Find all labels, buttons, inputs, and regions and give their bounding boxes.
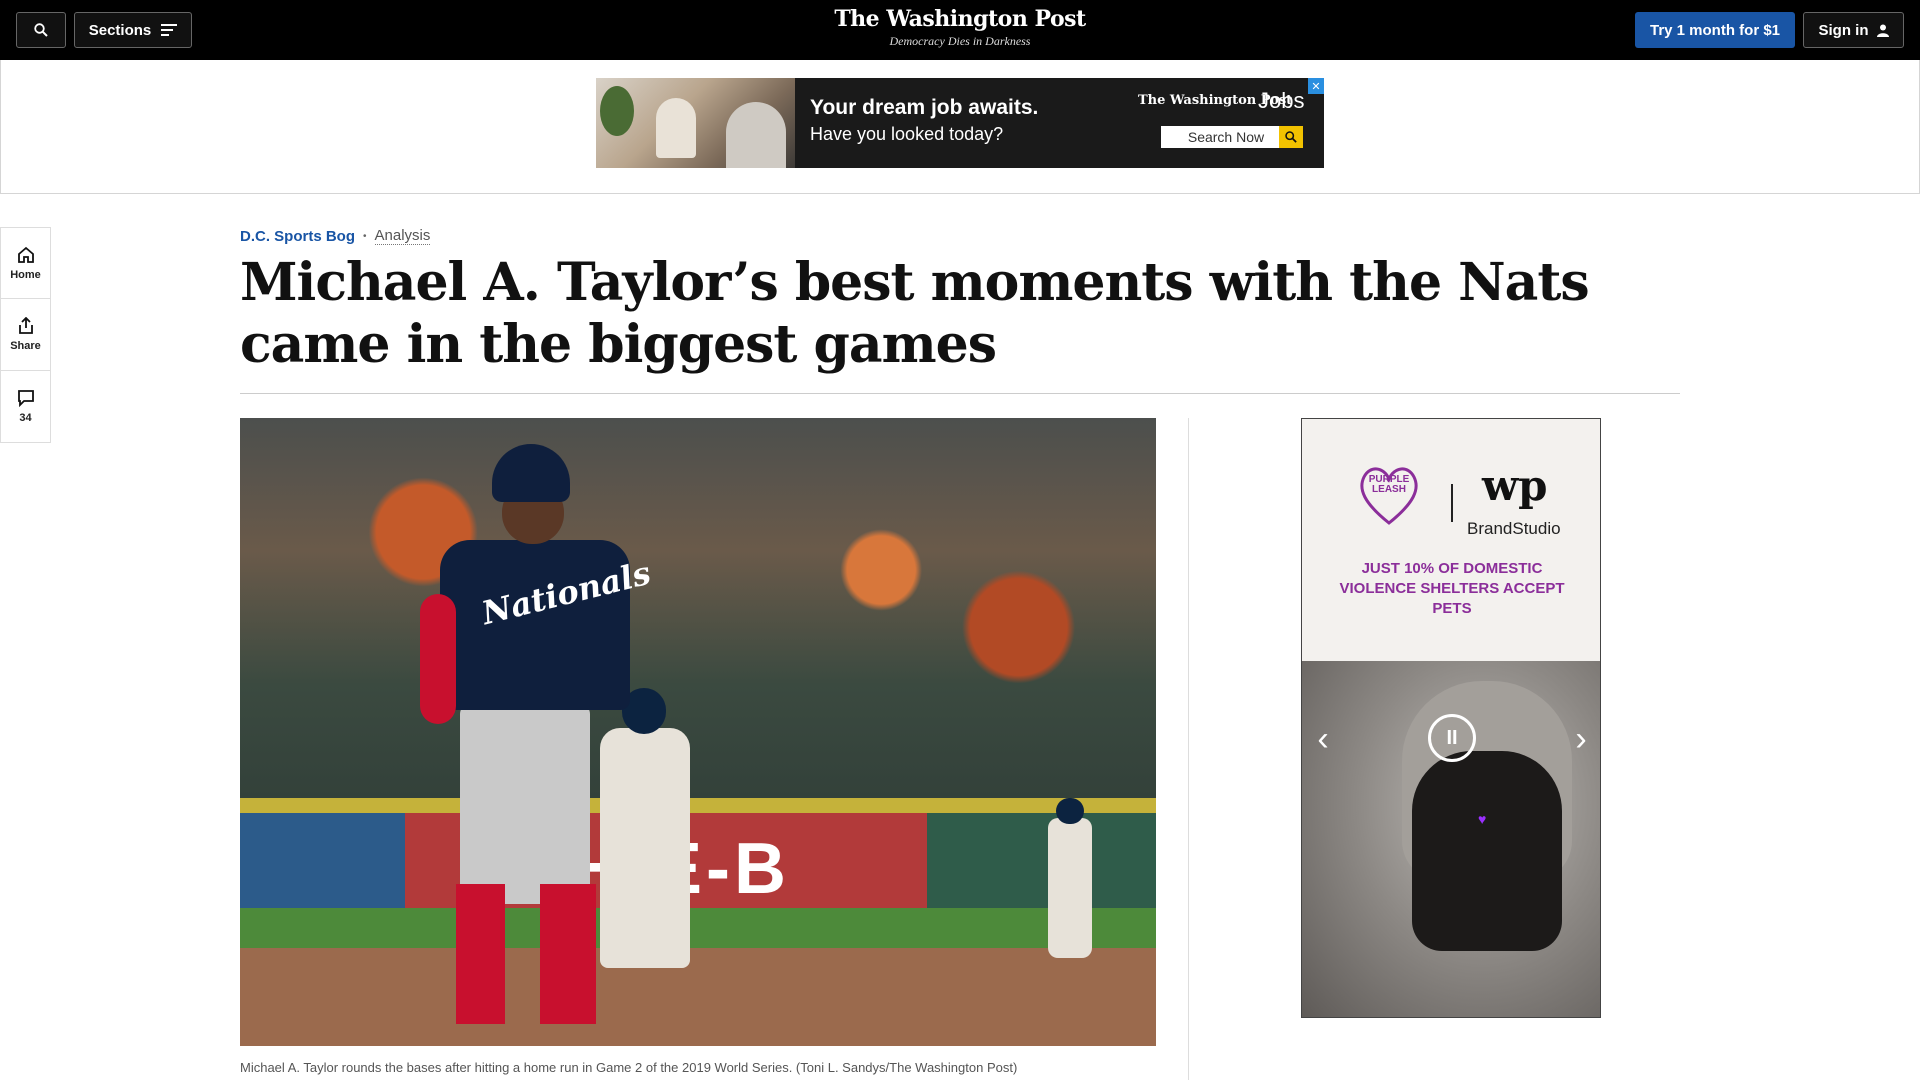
search-icon: [1285, 131, 1297, 143]
rail-item-home[interactable]: Home: [0, 227, 51, 299]
heart-icon: ♥: [1478, 811, 1487, 827]
kicker-separator: •: [363, 230, 367, 242]
sidebar-ad[interactable]: PURPLE LEASH wp BrandStudio JUST 10% OF …: [1301, 418, 1601, 1018]
ad-search-button[interactable]: [1279, 126, 1303, 148]
home-icon: [17, 246, 34, 263]
search-button[interactable]: [16, 12, 66, 48]
outfielder-head: [1056, 798, 1084, 824]
logo-divider: [1451, 484, 1453, 522]
cat-shape: [1412, 751, 1562, 951]
ad-prev-button[interactable]: ‹: [1308, 719, 1338, 759]
plant-shape: [600, 86, 634, 136]
wp-logo: wp: [1482, 461, 1548, 510]
lead-photo[interactable]: H-E-B Nationals: [240, 418, 1156, 1046]
photo-runner: Nationals: [420, 444, 654, 1034]
ad-headline: Your dream job awaits.: [810, 96, 1039, 119]
comment-icon: [17, 390, 34, 407]
runner-helmet: [492, 444, 570, 502]
purple-leash-logo: PURPLE LEASH: [1368, 474, 1410, 495]
ad-next-button[interactable]: ›: [1566, 719, 1596, 759]
rail-label-share: Share: [10, 340, 41, 352]
search-icon: [34, 23, 48, 37]
sign-in-button[interactable]: Sign in: [1803, 12, 1904, 48]
outfielder-body: [1048, 818, 1092, 958]
ad-search-field[interactable]: Search Now: [1161, 126, 1291, 148]
ad-subline: Have you looked today?: [810, 124, 1004, 144]
sections-label: Sections: [88, 21, 152, 39]
brand-studio-label: BrandStudio: [1467, 519, 1561, 538]
rail-item-share[interactable]: Share: [0, 299, 51, 371]
comment-count: 34: [19, 412, 32, 424]
user-icon: [1876, 24, 1889, 37]
ad-photo: [596, 78, 795, 168]
subscribe-button[interactable]: Try 1 month for $1: [1635, 12, 1795, 48]
rail-item-comments[interactable]: 34: [0, 371, 51, 443]
ad-pause-button[interactable]: II: [1428, 714, 1476, 762]
share-icon: [18, 317, 33, 334]
column-divider: [1188, 418, 1189, 1080]
article-kicker: D.C. Sports Bog • Analysis: [240, 227, 431, 245]
page-title: Michael A. Taylor’s best moments with th…: [240, 252, 1590, 375]
runner-pants: [460, 704, 590, 904]
sections-button[interactable]: Sections: [74, 12, 192, 48]
site-logo[interactable]: The Washington Post Democracy Dies in Da…: [760, 6, 1160, 49]
person-shape: [656, 98, 696, 158]
person-shape-2: [726, 102, 786, 168]
photo-caption: Michael A. Taylor rounds the bases after…: [240, 1060, 1018, 1075]
jobs-ad-banner[interactable]: Your dream job awaits. Have you looked t…: [596, 78, 1324, 168]
ad-brand-suffix: Jobs: [1258, 88, 1305, 113]
headline-divider: [240, 393, 1680, 394]
runner-arm: [420, 594, 456, 724]
section-link[interactable]: D.C. Sports Bog: [240, 228, 355, 245]
sign-in-label: Sign in: [1818, 21, 1869, 39]
rail-label-home: Home: [10, 268, 41, 281]
runner-socks: [456, 884, 596, 1024]
logo-name: The Washington Post: [834, 6, 1086, 32]
ad-copy: JUST 10% OF DOMESTIC VIOLENCE SHELTERS A…: [1339, 560, 1565, 617]
analysis-label[interactable]: Analysis: [374, 227, 431, 245]
ad-close-icon[interactable]: ✕: [1308, 78, 1324, 94]
photo-outfielder: [1040, 798, 1100, 968]
top-nav: Sections The Washington Post Democracy D…: [0, 0, 1920, 60]
menu-icon: [161, 24, 178, 36]
logo-tagline: Democracy Dies in Darkness: [889, 34, 1031, 48]
left-action-rail: Home Share 34: [0, 227, 51, 443]
